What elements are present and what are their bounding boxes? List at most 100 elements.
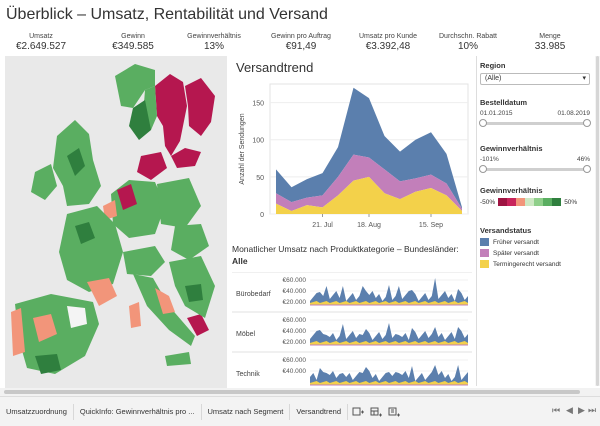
tab-quickinfo[interactable]: QuickInfo: Gewinnverhältnis pro ... <box>74 403 202 420</box>
ratio-slider-end-handle[interactable] <box>583 165 591 173</box>
legend-swatch <box>480 260 489 268</box>
scrollbar-thumb[interactable] <box>596 56 599 386</box>
kpi-rabatt[interactable]: Durchschn. Rabatt 10% <box>430 33 506 52</box>
kpi-value: 10% <box>457 41 478 52</box>
region-label: Region <box>480 61 506 70</box>
kpi-value: €91,49 <box>285 41 317 52</box>
ratio-slider-start-handle[interactable] <box>479 165 487 173</box>
shipping-status-legend: Versandstatus Früher versandt Später ver… <box>480 226 561 268</box>
legend-item-late[interactable]: Später versandt <box>480 249 561 257</box>
y-tick-label: 100 <box>252 138 264 145</box>
trend-title: Versandtrend <box>236 60 314 75</box>
kpi-value: €2.649.527 <box>15 41 67 52</box>
legend-item-label: Termingerecht versandt <box>493 260 561 268</box>
category-label: Bürobedarf <box>236 291 271 298</box>
date-range: 01.01.2015 01.08.2019 <box>480 110 590 119</box>
ratio-color-legend: Gewinnverhältnis -50% 50% <box>480 186 577 206</box>
kpi-label: Gewinn pro Auftrag <box>271 33 331 40</box>
ratio-to: 46% <box>576 156 590 163</box>
legend-item-label: Früher versandt <box>493 238 539 246</box>
map-region <box>129 302 141 328</box>
page-title: Überblick – Umsatz, Rentabilität und Ver… <box>6 6 328 23</box>
ratio-legend-min: -50% <box>480 198 496 206</box>
date-slider-start-handle[interactable] <box>479 119 487 127</box>
kpi-label: Umsatz pro Kunde <box>359 33 417 40</box>
kpi-menge[interactable]: Menge 33.985 <box>515 33 585 52</box>
trend-areas <box>276 87 462 214</box>
legend-item-early[interactable]: Früher versandt <box>480 238 561 246</box>
date-slider[interactable] <box>479 119 591 127</box>
date-to: 01.08.2019 <box>557 110 590 117</box>
category-label: Möbel <box>236 331 256 338</box>
date-from: 01.01.2015 <box>480 110 513 117</box>
kpi-value: €349.585 <box>112 41 154 52</box>
ratio-legend-label: Gewinnverhältnis <box>480 186 543 195</box>
category-sales-chart[interactable]: Bürobedarf €60.000 €40.000 €20.000 Möbel €60.… <box>232 272 472 388</box>
legend-item-ontime[interactable]: Termingerecht versandt <box>480 260 561 268</box>
y-tick-label: €20.000 <box>283 339 307 346</box>
profit-map[interactable] <box>5 56 227 388</box>
kpi-label: Durchschn. Rabatt <box>439 33 497 40</box>
y-tick-label: 150 <box>252 101 264 108</box>
kpi-value: €3.392,48 <box>365 41 411 52</box>
ratio-filter: Gewinnverhältnis -101% 46% <box>479 144 591 173</box>
region-selected-value: (Alle) <box>485 75 502 82</box>
kpi-bar: Umsatz €2.649.527 Gewinn €349.585 Gewinn… <box>0 33 600 55</box>
date-filter: Bestelldatum 01.01.2015 01.08.2019 <box>479 98 591 127</box>
category-row: Möbel €60.000 €40.000 €20.000 <box>232 311 472 346</box>
kpi-gewinn-pro-auftrag[interactable]: Gewinn pro Auftrag €91,49 <box>262 33 340 52</box>
kpi-value: 13% <box>203 41 224 52</box>
kpi-umsatz[interactable]: Umsatz €2.649.527 <box>6 33 76 52</box>
ratio-range: -101% 46% <box>480 156 590 165</box>
scrollbar-thumb[interactable] <box>4 390 580 394</box>
new-worksheet-icon[interactable] <box>350 404 366 420</box>
date-slider-end-handle[interactable] <box>583 119 591 127</box>
prev-sheet-icon[interactable]: ◀ <box>566 405 573 416</box>
ratio-from: -101% <box>480 156 499 163</box>
y-tick-label: 0 <box>260 212 264 219</box>
y-axis-label: Anzahl der Sendungen <box>239 113 246 184</box>
kpi-umsatz-pro-kunde[interactable]: Umsatz pro Kunde €3.392,48 <box>350 33 426 52</box>
last-sheet-icon[interactable]: ⏭ <box>588 405 596 416</box>
kpi-label: Gewinn <box>121 33 145 40</box>
status-legend-label: Versandstatus <box>480 226 532 235</box>
legend-item-label: Später versandt <box>493 249 539 257</box>
x-tick-label: 18. Aug <box>357 222 381 229</box>
region-select[interactable]: (Alle) ▾ <box>480 73 590 85</box>
tab-umsatzzuordnung[interactable]: Umsatzzuordnung <box>0 403 74 420</box>
y-tick-label: €20.000 <box>283 299 307 306</box>
y-tick-label: €40.000 <box>283 368 307 375</box>
tab-umsatz-nach-segment[interactable]: Umsatz nach Segment <box>202 403 291 420</box>
next-sheet-icon[interactable]: ▶ <box>578 405 585 416</box>
legend-swatch <box>480 238 489 246</box>
new-dashboard-icon[interactable] <box>368 404 384 420</box>
kpi-label: Gewinnverhältnis <box>187 33 241 40</box>
ratio-label: Gewinnverhältnis <box>480 144 543 153</box>
ratio-slider[interactable] <box>479 165 591 173</box>
kpi-gewinnverhaeltnis[interactable]: Gewinnverhältnis 13% <box>178 33 250 52</box>
category-chart-title-text: Monatlicher Umsatz nach Produktkategorie… <box>232 244 459 254</box>
ratio-legend-max: 50% <box>564 198 578 206</box>
new-story-icon[interactable] <box>386 404 402 420</box>
kpi-label: Menge <box>539 33 561 40</box>
category-label: Technik <box>236 371 260 378</box>
ratio-color-steps <box>498 198 562 206</box>
ratio-gradient: -50% 50% <box>480 198 577 206</box>
category-chart-filter-value: Alle <box>232 256 248 266</box>
y-tick-label: €40.000 <box>283 328 307 335</box>
shipping-trend-chart[interactable]: 0 50 100 150 Anzahl der Sendungen 21. Jul 18. … <box>232 78 472 236</box>
chevron-down-icon: ▾ <box>582 75 586 82</box>
y-tick-label: €60.000 <box>283 317 307 324</box>
first-sheet-icon[interactable]: ⏮ <box>552 405 560 416</box>
kpi-gewinn[interactable]: Gewinn €349.585 <box>98 33 168 52</box>
kpi-label: Umsatz <box>29 33 53 40</box>
y-tick-label: 50 <box>256 175 264 182</box>
tab-versandtrend[interactable]: Versandtrend <box>290 403 349 420</box>
sheet-tab-bar: Umsatzzuordnung QuickInfo: Gewinnverhält… <box>0 396 600 426</box>
kpi-value: 33.985 <box>534 41 566 52</box>
y-tick-label: €40.000 <box>283 288 307 295</box>
vertical-scrollbar[interactable] <box>595 56 600 386</box>
horizontal-scrollbar[interactable] <box>0 388 600 396</box>
category-chart-title: Monatlicher Umsatz nach Produktkategorie… <box>232 243 472 267</box>
filter-panel: Region (Alle) ▾ Bestelldatum 01.01.2015 … <box>476 56 594 386</box>
